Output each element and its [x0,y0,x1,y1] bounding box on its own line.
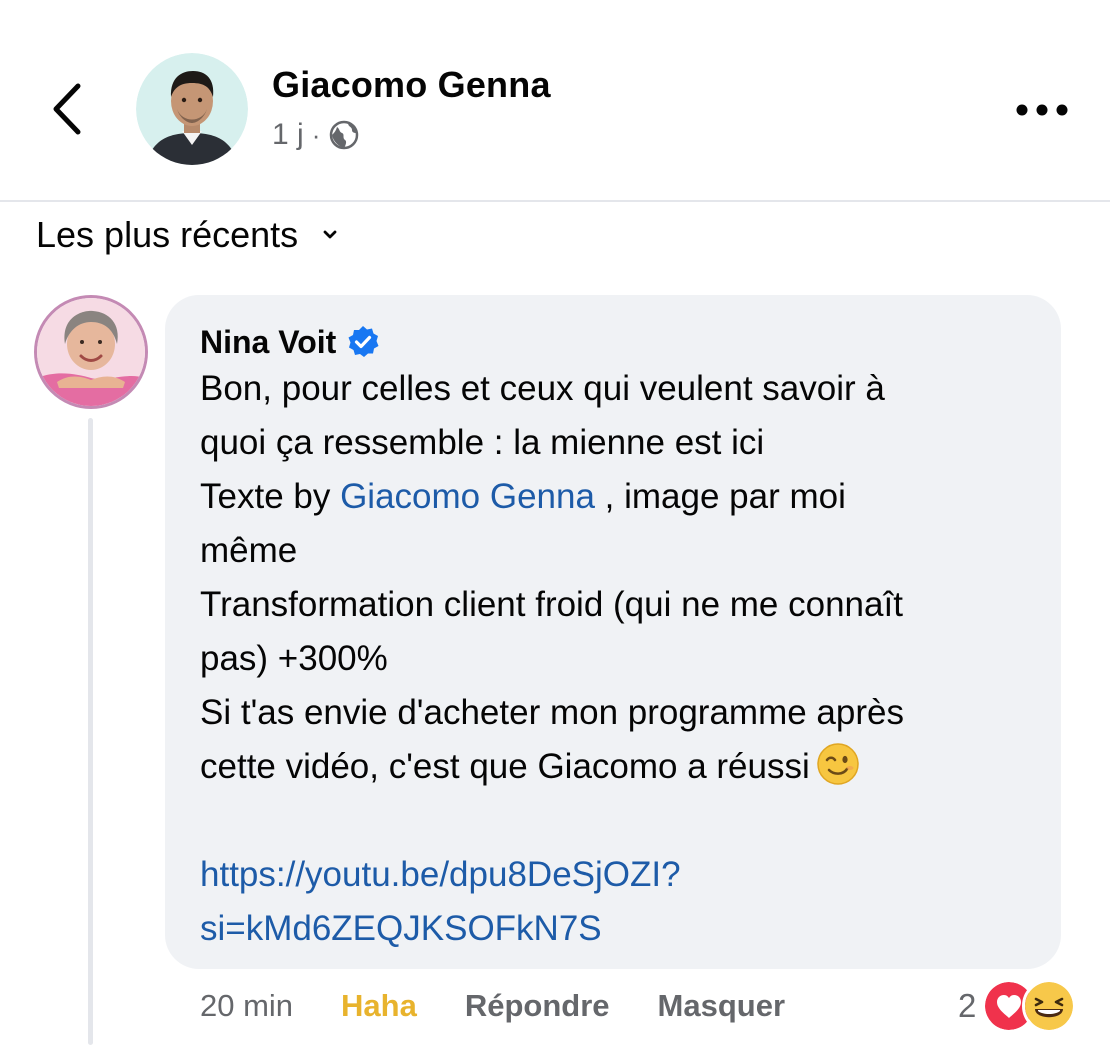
mention-link[interactable]: Giacomo Genna [340,477,595,516]
meta-separator: · [311,119,321,150]
globe-icon [330,120,359,150]
sort-label: Les plus récents [36,214,299,255]
youtube-link-continued[interactable]: si=kMd6ZEQJKSOFkN7S [200,902,1050,956]
haha-icon [1022,979,1077,1033]
chevron-left-icon [53,83,81,135]
post-time: 1 j [272,118,304,151]
comment-sort-selector[interactable]: Les plus récents [36,210,338,260]
reply-thread-line [88,418,93,1045]
haha-reaction-button[interactable]: Haha [341,988,417,1024]
comment-line: Si t'as envie d'acheter mon programme ap… [200,693,904,732]
comment-body: Bon, pour celles et ceux qui veulent sav… [200,362,1050,956]
commenter-avatar[interactable] [34,295,148,409]
commenter-name[interactable]: Nina Voit [200,324,336,361]
comment-text-fragment: , image par moi [594,477,846,516]
post-meta: 1 j · [272,118,360,152]
comment-time: 20 min [200,988,294,1023]
comment-line: pas) +300% [200,639,388,678]
wink-emoji-icon [817,743,859,785]
comment-text-fragment: cette vidéo, c'est que Giacomo a réussi [200,747,810,786]
comment-line: Transformation client froid (qui ne me c… [200,585,903,624]
youtube-link[interactable]: https://youtu.be/dpu8DeSjOZI? [200,848,1050,902]
comment-line-with-mention: Texte by Giacomo Genna , image par moi [200,470,1050,524]
reply-button[interactable]: Répondre [465,988,610,1024]
comment-line: quoi ça ressemble : la mienne est ici [200,423,765,462]
more-options-button[interactable] [1010,90,1074,130]
comment-actions: 20 min Haha Répondre Masquer [200,980,785,1032]
comment-line-with-emoji: cette vidéo, c'est que Giacomo a réussi [200,740,1050,794]
commenter-header: Nina Voit [200,320,380,364]
back-button[interactable] [44,74,94,144]
post-header: Giacomo Genna 1 j · [0,0,1110,202]
chevron-down-icon [323,230,337,239]
more-dots-icon [1016,104,1068,116]
verified-badge-icon [348,326,379,357]
hide-button[interactable]: Masquer [658,988,785,1024]
post-author-name[interactable]: Giacomo Genna [272,64,551,106]
comments-screen: Giacomo Genna 1 j · Les plus récents Nin… [0,0,1110,1045]
author-avatar[interactable] [136,53,248,165]
comment-line: Bon, pour celles et ceux qui veulent sav… [200,369,885,408]
comment-text-fragment: Texte by [200,477,341,516]
reaction-summary[interactable]: 2 [958,978,1077,1034]
reaction-count: 2 [958,987,977,1024]
comment-line: même [200,531,298,570]
